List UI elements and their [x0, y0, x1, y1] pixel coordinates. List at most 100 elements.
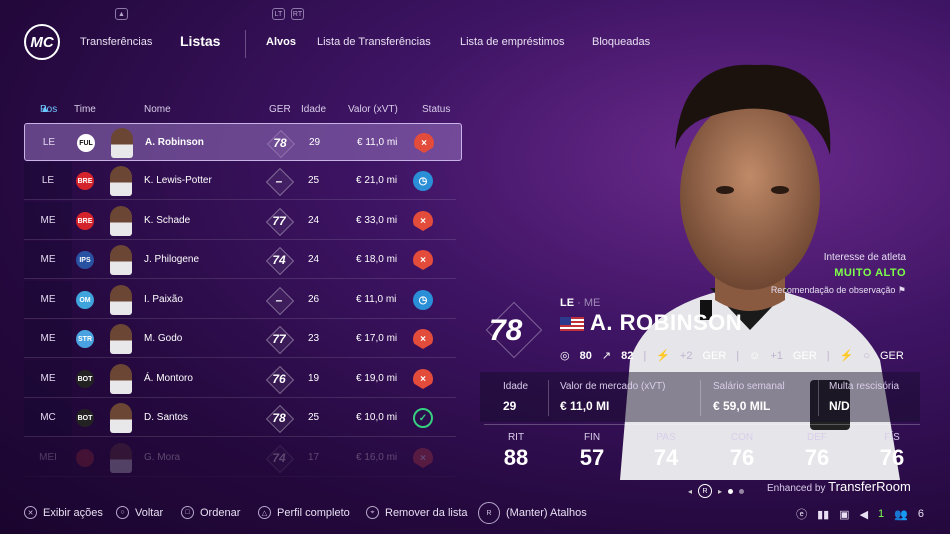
player-face [110, 403, 132, 433]
subtab-alvos[interactable]: Alvos [266, 36, 296, 48]
circle-button-icon: ○ [116, 506, 129, 519]
status-unavailable-icon: × [413, 369, 433, 389]
status-available-icon: ✓ [413, 408, 433, 428]
notification-count: 1 [878, 508, 885, 520]
table-row[interactable]: ME BOT Á. Montoro 76 19 € 19,0 mi × [24, 360, 456, 398]
friends-icon: 👥 [894, 508, 908, 521]
table-row[interactable]: LE FUL A. Robinson 78 29 € 11,0 mi × [24, 123, 462, 161]
hint-perfil-completo[interactable]: △ Perfil completo [258, 506, 350, 519]
row-ger: 76 [264, 369, 294, 389]
row-ger: 77 [264, 329, 294, 349]
row-value: € 11,0 mi [357, 137, 398, 148]
club-crest-icon: IPS [76, 251, 94, 269]
row-name: D. Santos [144, 412, 188, 423]
stat-fin: FIN 57 [579, 432, 605, 470]
player-face [110, 324, 132, 354]
table-row[interactable]: ME IPS J. Philogene 74 24 € 18,0 mi × [24, 241, 456, 279]
hint-ordenar[interactable]: □ Ordenar [181, 506, 240, 519]
table-row[interactable]: ME BRE K. Schade 77 24 € 33,0 mi × [24, 202, 456, 240]
hint-exibir-acoes[interactable]: ✕ Exibir ações [24, 506, 103, 519]
signal-icon: ▮▮ [817, 508, 830, 521]
row-age: 19 [308, 373, 320, 384]
hint-voltar[interactable]: ○ Voltar [116, 506, 163, 519]
row-value: € 21,0 mi [356, 175, 398, 186]
touchpad-icon: ⌖ [366, 506, 379, 519]
row-ger: 78 [264, 408, 294, 428]
row-position: ME [24, 281, 72, 318]
controller-hint-icon: ▲ [115, 8, 128, 20]
col-ger[interactable]: GER [269, 104, 291, 115]
col-pos[interactable]: Pos ▲ [40, 104, 57, 115]
row-age: 25 [308, 175, 320, 186]
rt-hint-icon: RT [291, 8, 304, 20]
table-row[interactable]: MEI G. Mora 74 17 € 16,0 mi × [24, 439, 456, 477]
status-icons: ⓔ ▮▮ ▣ ◀ 1 👥 6 [796, 506, 924, 522]
chevron-right-icon: ▸ [718, 486, 723, 496]
row-age: 25 [308, 412, 320, 423]
triangle-button-icon: △ [258, 506, 271, 519]
table-row[interactable]: ME OM I. Paixão – 26 € 11,0 mi ◷ [24, 281, 456, 319]
tab-listas[interactable]: Listas [180, 33, 220, 49]
row-name: G. Mora [144, 452, 181, 463]
attr-2-value: 82 [621, 349, 634, 362]
row-name: I. Paixão [144, 294, 183, 305]
hint-remover-lista[interactable]: ⌖ Remover da lista [366, 506, 468, 519]
club-crest-icon [76, 449, 94, 467]
page-dot [728, 488, 734, 494]
row-name: K. Schade [144, 215, 191, 226]
subtab-bloqueadas[interactable]: Bloqueadas [592, 36, 650, 48]
hint-atalhos[interactable]: R (Manter) Atalhos [478, 502, 587, 524]
trait-icon-3: ⚡ [839, 350, 854, 362]
potential-icon: ↗ [601, 350, 612, 362]
row-position: ME [24, 241, 72, 278]
chevron-left-icon: ◂ [688, 486, 693, 496]
table-row[interactable]: MC BOT D. Santos 78 25 € 10,0 mi ✓ [24, 399, 456, 437]
player-face [111, 128, 133, 158]
status-clock-icon: ◷ [413, 290, 433, 310]
tab-transferencias[interactable]: Transferências [80, 36, 152, 48]
subtab-lista-emprestimos[interactable]: Lista de empréstimos [460, 36, 565, 48]
status-person-icon: × [413, 329, 433, 349]
club-crest-icon: BRE [76, 172, 94, 190]
row-age: 24 [308, 254, 320, 265]
interest-panel: Interesse de atleta MUITO ALTO Recomenda… [771, 252, 906, 296]
r-button-icon: R [478, 502, 500, 524]
row-ger: 78 [265, 133, 295, 153]
col-time[interactable]: Time [74, 104, 96, 115]
row-name: J. Philogene [144, 254, 200, 265]
player-face [110, 245, 132, 275]
row-value: € 10,0 mi [356, 412, 398, 423]
row-position: ME [24, 360, 72, 397]
club-crest-icon: BRE [76, 212, 94, 230]
col-status[interactable]: Status [422, 104, 450, 115]
status-clock-icon: ◷ [413, 171, 433, 191]
stats-divider [484, 424, 920, 425]
player-name: A. ROBINSON [590, 310, 743, 335]
col-valor[interactable]: Valor (xVT) [348, 104, 398, 115]
status-unavailable-icon: × [414, 133, 434, 153]
player-attributes: ◎ 80 ↗ 82 | ⚡ +2 GER | ☺ +1 GER | ⚡ ○ GER [560, 349, 904, 363]
row-value: € 33,0 mi [356, 215, 398, 226]
square-button-icon: □ [181, 506, 194, 519]
row-age: 17 [308, 452, 320, 463]
subtab-lista-transferencias[interactable]: Lista de Transferências [317, 36, 431, 48]
info-age: Idade 29 [503, 381, 529, 413]
table-row[interactable]: ME STR M. Godo 77 23 € 17,0 mi × [24, 320, 456, 358]
club-crest-icon: STR [76, 330, 94, 348]
rs-button-icon: R [698, 484, 713, 498]
col-idade[interactable]: Idade [301, 104, 326, 115]
interest-label: Interesse de atleta [823, 252, 906, 263]
page-indicator[interactable]: ◂ R ▸ [688, 484, 745, 498]
row-position: LE [24, 162, 72, 199]
row-age: 26 [308, 294, 320, 305]
top-nav: ▲ LT RT MC Transferências Listas Alvos L… [0, 0, 950, 60]
stat-def: DEF 76 [804, 432, 830, 470]
col-nome[interactable]: Nome [144, 104, 171, 115]
player-position: LE · ME [560, 297, 601, 309]
transferroom-credit: Enhanced by TransferRoom [767, 479, 911, 494]
table-row[interactable]: LE BRE K. Lewis-Potter – 25 € 21,0 mi ◷ [24, 162, 456, 200]
row-value: € 19,0 mi [356, 373, 398, 384]
row-ger: 74 [264, 448, 294, 468]
club-crest-icon: OM [76, 291, 94, 309]
skill-moves-icon: ◎ [560, 350, 570, 362]
